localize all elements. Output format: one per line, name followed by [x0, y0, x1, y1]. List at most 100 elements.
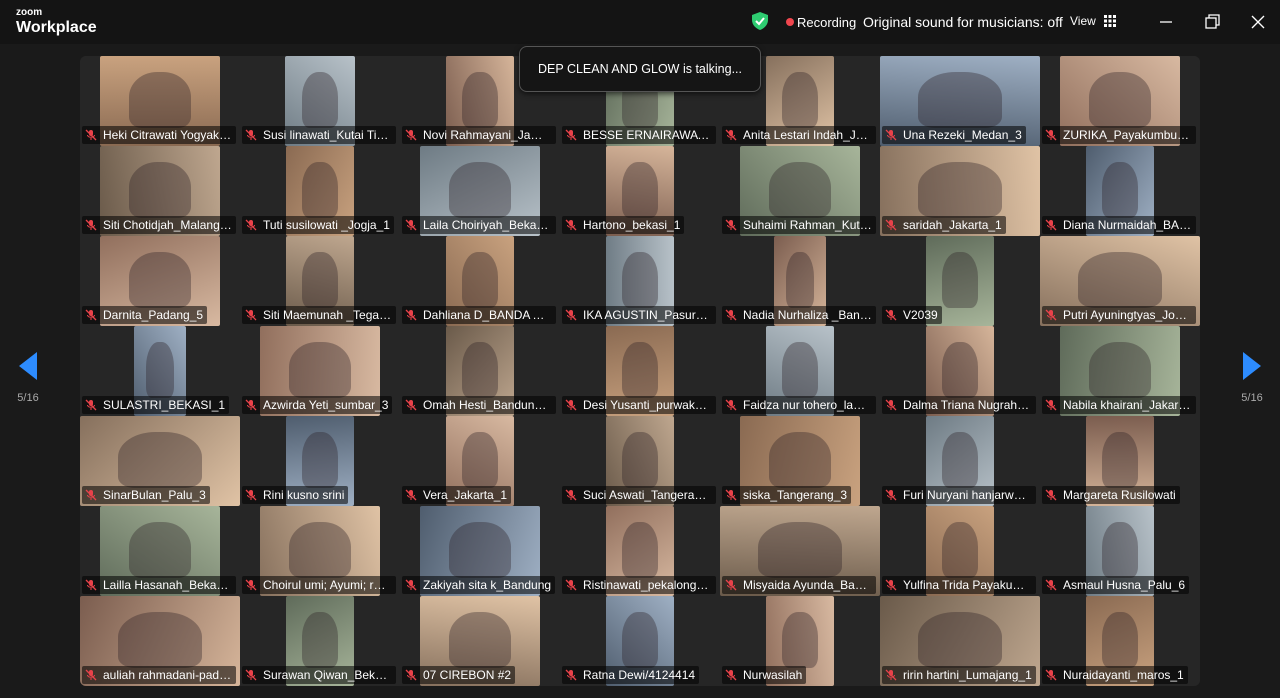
- muted-microphone-icon: [245, 129, 257, 141]
- participant-tile[interactable]: saridah_Jakarta_1: [880, 146, 1040, 236]
- participant-tile[interactable]: Nabila khairani_Jakarta_1: [1040, 326, 1200, 416]
- participant-name: Darnita_Padang_5: [103, 308, 204, 322]
- participant-nameplate: Putri Ayuningtyas_Johor_1: [1042, 306, 1196, 324]
- participant-tile[interactable]: Furi Nuryani hanjarwati_1: [880, 416, 1040, 506]
- recording-label[interactable]: Recording: [797, 15, 856, 30]
- muted-microphone-icon: [565, 129, 577, 141]
- participant-tile[interactable]: Omah Hesti_Bandung_1: [400, 326, 560, 416]
- security-shield-icon[interactable]: [752, 12, 768, 30]
- minimize-icon[interactable]: [1156, 12, 1176, 32]
- restore-icon[interactable]: [1202, 12, 1222, 32]
- participant-tile[interactable]: Una Rezeki_Medan_3: [880, 56, 1040, 146]
- participant-name: Laila Choiriyah_Bekasi_1: [423, 218, 552, 232]
- participant-name: Nabila khairani_Jakarta_1: [1063, 398, 1192, 412]
- participant-name: Furi Nuryani hanjarwati_1: [903, 488, 1032, 502]
- participant-nameplate: Nurwasilah: [722, 666, 807, 684]
- muted-microphone-icon: [85, 219, 97, 231]
- muted-microphone-icon: [565, 399, 577, 411]
- participant-tile[interactable]: Ratna Dewi/4124414: [560, 596, 720, 686]
- muted-microphone-icon: [405, 579, 417, 591]
- participant-name: Surawan Qiwan_Bekasi_1: [263, 668, 392, 682]
- recording-dot-icon: [786, 18, 794, 26]
- participant-name: Diana Nurmaidah_BANDA ACEH_1: [1063, 218, 1192, 232]
- participant-tile[interactable]: Laila Choiriyah_Bekasi_1: [400, 146, 560, 236]
- participant-name: ZURIKA_Payakumbuh_1: [1063, 128, 1192, 142]
- participant-tile[interactable]: Nurwasilah: [720, 596, 880, 686]
- participant-tile[interactable]: siska_Tangerang_3: [720, 416, 880, 506]
- muted-microphone-icon: [85, 399, 97, 411]
- participant-tile[interactable]: Putri Ayuningtyas_Johor_1: [1040, 236, 1200, 326]
- participant-tile[interactable]: Lailla Hasanah_Bekasi_1: [80, 506, 240, 596]
- participant-name: Nurwasilah: [743, 668, 803, 682]
- participant-tile[interactable]: Nadia Nurhaliza _Banjarmasin_1: [720, 236, 880, 326]
- participant-nameplate: ZURIKA_Payakumbuh_1: [1042, 126, 1196, 144]
- next-page-button[interactable]: 5/16: [1232, 352, 1272, 404]
- participant-name: Azwirda Yeti_sumbar_3: [263, 398, 389, 412]
- participant-tile[interactable]: Asmaul Husna_Palu_6: [1040, 506, 1200, 596]
- participant-tile[interactable]: Misyaida Ayunda_Banjarmasin_1: [720, 506, 880, 596]
- muted-microphone-icon: [1045, 309, 1057, 321]
- participant-tile[interactable]: Azwirda Yeti_sumbar_3: [240, 326, 400, 416]
- close-icon[interactable]: [1248, 12, 1268, 32]
- muted-microphone-icon: [565, 669, 577, 681]
- participant-tile[interactable]: Rini kusno srini: [240, 416, 400, 506]
- participant-tile[interactable]: Ristinawati_pekalongan_1: [560, 506, 720, 596]
- participant-name: Lailla Hasanah_Bekasi_1: [103, 578, 232, 592]
- previous-page-button[interactable]: 5/16: [8, 352, 48, 404]
- participant-tile[interactable]: Siti Chotidjah_Malang_3: [80, 146, 240, 236]
- participant-tile[interactable]: Siti Maemunah _Tegal_1: [240, 236, 400, 326]
- participant-tile[interactable]: Heki Citrawati Yogyakarta_1: [80, 56, 240, 146]
- participant-tile[interactable]: ZURIKA_Payakumbuh_1: [1040, 56, 1200, 146]
- participant-name: Suhaimi Rahman_Kutai_1: [743, 218, 872, 232]
- participant-name: saridah_Jakarta_1: [903, 218, 1002, 232]
- participant-nameplate: Una Rezeki_Medan_3: [882, 126, 1026, 144]
- participant-tile[interactable]: Faidza nur tohero_lampung_1: [720, 326, 880, 416]
- participant-nameplate: Lailla Hasanah_Bekasi_1: [82, 576, 236, 594]
- participant-nameplate: Hartono_bekasi_1: [562, 216, 685, 234]
- participant-tile[interactable]: SinarBulan_Palu_3: [80, 416, 240, 506]
- view-button[interactable]: View: [1070, 14, 1117, 28]
- muted-microphone-icon: [245, 489, 257, 501]
- participant-tile[interactable]: Hartono_bekasi_1: [560, 146, 720, 236]
- participant-name: Zakiyah sita k_Bandung: [423, 578, 552, 592]
- participant-tile[interactable]: Yulfina Trida Payakumbuh_1: [880, 506, 1040, 596]
- participant-tile[interactable]: Tuti susilowati _Jogja_1: [240, 146, 400, 236]
- participant-tile[interactable]: ririn hartini_Lumajang_1: [880, 596, 1040, 686]
- participant-nameplate: Tuti susilowati _Jogja_1: [242, 216, 394, 234]
- participant-tile[interactable]: Dahliana D_BANDA ACEH_1: [400, 236, 560, 326]
- participant-tile[interactable]: V2039: [880, 236, 1040, 326]
- participant-name: Nadia Nurhaliza _Banjarmasin_1: [743, 308, 872, 322]
- page-indicator-right: 5/16: [1241, 392, 1263, 404]
- participant-nameplate: Asmaul Husna_Palu_6: [1042, 576, 1190, 594]
- participant-tile[interactable]: Choirul umi; Ayumi; rozaq: [240, 506, 400, 596]
- participant-tile[interactable]: Suci Aswati_Tangerang_1: [560, 416, 720, 506]
- original-sound-status[interactable]: Original sound for musicians: off: [863, 14, 1063, 30]
- participant-name: Yulfina Trida Payakumbuh_1: [903, 578, 1032, 592]
- muted-microphone-icon: [565, 579, 577, 591]
- participant-tile[interactable]: Nuraidayanti_maros_1: [1040, 596, 1200, 686]
- participant-tile[interactable]: 07 CIREBON #2: [400, 596, 560, 686]
- participant-tile[interactable]: Suhaimi Rahman_Kutai_1: [720, 146, 880, 236]
- participant-tile[interactable]: Darnita_Padang_5: [80, 236, 240, 326]
- participant-tile[interactable]: Desi Yusanti_purwakarta_1: [560, 326, 720, 416]
- participant-name: Anita Lestari Indah_Jakarta_1: [743, 128, 872, 142]
- participant-tile[interactable]: Susi linawati_Kutai Timur_1: [240, 56, 400, 146]
- muted-microphone-icon: [85, 309, 97, 321]
- top-bar: zoom Workplace Recording Original sound …: [0, 0, 1280, 44]
- participant-nameplate: Dalma Triana Nugraheni_1: [882, 396, 1036, 414]
- participant-tile[interactable]: Diana Nurmaidah_BANDA ACEH_1: [1040, 146, 1200, 236]
- participant-tile[interactable]: Vera_Jakarta_1: [400, 416, 560, 506]
- muted-microphone-icon: [725, 219, 737, 231]
- participant-tile[interactable]: Zakiyah sita k_Bandung: [400, 506, 560, 596]
- participant-tile[interactable]: Dalma Triana Nugraheni_1: [880, 326, 1040, 416]
- participant-name: 07 CIREBON #2: [423, 668, 512, 682]
- participant-nameplate: Furi Nuryani hanjarwati_1: [882, 486, 1036, 504]
- participant-tile[interactable]: Margareta Rusilowati: [1040, 416, 1200, 506]
- participant-name: auliah rahmadani-pad_1: [103, 668, 232, 682]
- participant-name: SULASTRI_BEKASI_1: [103, 398, 226, 412]
- participant-tile[interactable]: Surawan Qiwan_Bekasi_1: [240, 596, 400, 686]
- participant-tile[interactable]: SULASTRI_BEKASI_1: [80, 326, 240, 416]
- participant-tile[interactable]: auliah rahmadani-pad_1: [80, 596, 240, 686]
- participant-tile[interactable]: IKA AGUSTIN_Pasuruan_1: [560, 236, 720, 326]
- muted-microphone-icon: [565, 309, 577, 321]
